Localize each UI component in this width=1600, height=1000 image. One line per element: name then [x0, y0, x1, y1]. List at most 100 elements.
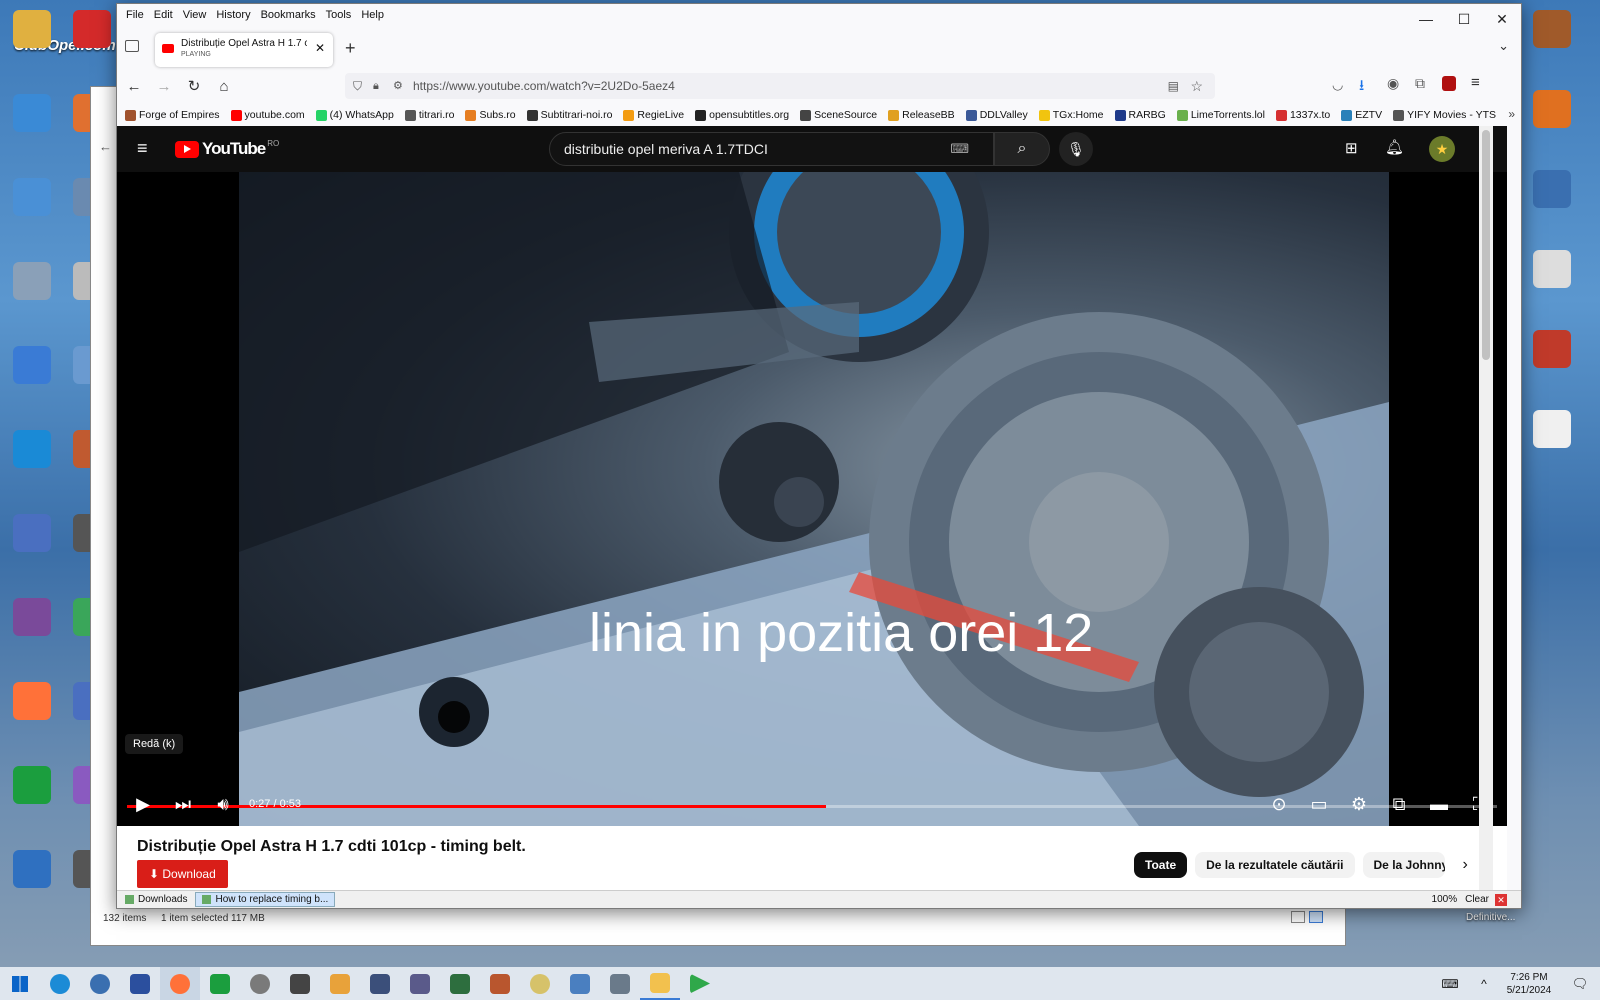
- taskbar-folder-icon[interactable]: [640, 967, 680, 1000]
- tray-overflow-icon[interactable]: ^: [1470, 967, 1498, 1000]
- taskbar-save-icon[interactable]: [120, 967, 160, 1000]
- desktop-icon[interactable]: [0, 514, 64, 555]
- extensions-icon[interactable]: ⧉: [1415, 75, 1425, 92]
- downloads-link[interactable]: Downloads: [121, 894, 191, 905]
- home-button[interactable]: ⌂: [209, 78, 239, 95]
- tab-close-icon[interactable]: ✕: [315, 41, 325, 55]
- keyboard-icon[interactable]: ⌨: [950, 133, 969, 165]
- download-button[interactable]: ⬇ Download: [137, 860, 228, 888]
- taskbar-gear-icon[interactable]: [240, 967, 280, 1000]
- app-menu-icon[interactable]: ≡: [1471, 74, 1480, 91]
- explorer-back-button[interactable]: ←: [99, 139, 112, 154]
- tab-overview-icon[interactable]: [125, 40, 139, 52]
- desktop-icon[interactable]: [0, 346, 64, 387]
- url-bar[interactable]: ⛉ 🔒︎ ⚙ https://www.youtube.com/watch?v=2…: [345, 73, 1215, 99]
- download-item[interactable]: How to replace timing b...: [195, 892, 336, 907]
- reload-button[interactable]: ↻: [179, 77, 209, 95]
- taskbar-edge-icon[interactable]: [40, 967, 80, 1000]
- bookmark-item[interactable]: SceneSource: [800, 109, 877, 121]
- taskbar-character-icon[interactable]: [320, 967, 360, 1000]
- ublock-icon[interactable]: [1442, 76, 1456, 91]
- desktop-icon[interactable]: [0, 262, 64, 303]
- subtitles-icon[interactable]: ▭: [1299, 794, 1339, 815]
- tab-youtube[interactable]: Distribuție Opel Astra H 1.7 cdti PLAYIN…: [155, 33, 333, 67]
- desktop-icon[interactable]: [1520, 170, 1584, 211]
- bookmark-item[interactable]: titrari.ro: [404, 109, 454, 121]
- tiles-view-icon[interactable]: [1309, 911, 1323, 923]
- permissions-icon[interactable]: ⚙: [393, 73, 403, 99]
- desktop-icon[interactable]: [1520, 10, 1584, 51]
- menu-history[interactable]: History: [216, 9, 250, 21]
- taskbar-utorrent-icon[interactable]: [200, 967, 240, 1000]
- desktop-icon[interactable]: [0, 682, 64, 723]
- menu-file[interactable]: File: [126, 9, 144, 21]
- taskbar-castle-icon[interactable]: [480, 967, 520, 1000]
- details-view-icon[interactable]: [1291, 911, 1305, 923]
- bookmark-item[interactable]: youtube.com: [230, 109, 305, 121]
- clock[interactable]: 7:26 PM 5/21/2024: [1498, 971, 1560, 997]
- bookmarks-overflow-icon[interactable]: »: [1508, 107, 1515, 121]
- youtube-search-input[interactable]: distributie opel meriva A 1.7TDCI ⌨: [549, 132, 994, 166]
- voice-search-button[interactable]: 🎙︎: [1059, 132, 1093, 166]
- desktop-icon[interactable]: [1520, 330, 1584, 371]
- settings-gear-icon[interactable]: ⚙: [1339, 794, 1379, 815]
- chip-from-search[interactable]: De la rezultatele căutării: [1195, 852, 1355, 878]
- page-scrollbar[interactable]: [1479, 126, 1493, 891]
- bookmark-item[interactable]: LimeTorrents.lol: [1176, 109, 1265, 121]
- bookmark-item[interactable]: opensubtitles.org: [695, 109, 789, 121]
- chip-all[interactable]: Toate: [1134, 852, 1188, 878]
- menu-help[interactable]: Help: [361, 9, 384, 21]
- search-button[interactable]: ⌕: [994, 132, 1050, 166]
- video-player[interactable]: linia in pozitia orei 12 Redă (k) ▶ ⏭ 🔊︎…: [117, 172, 1507, 826]
- pocket-icon[interactable]: ◡: [1332, 77, 1343, 93]
- list-all-tabs-icon[interactable]: ⌄: [1498, 38, 1509, 54]
- taskbar-globe-icon[interactable]: [80, 967, 120, 1000]
- miniplayer-icon[interactable]: ⧉: [1379, 794, 1419, 815]
- menu-tools[interactable]: Tools: [326, 9, 352, 21]
- avatar[interactable]: ★: [1429, 136, 1455, 162]
- bookmark-item[interactable]: TGx:Home: [1038, 109, 1104, 121]
- volume-icon[interactable]: 🔊︎: [203, 794, 243, 815]
- new-tab-button[interactable]: +: [345, 38, 356, 59]
- autoplay-toggle[interactable]: ⊙: [1259, 794, 1299, 815]
- notifications-bell-icon[interactable]: 🔔︎: [1385, 138, 1404, 156]
- bookmark-item[interactable]: 1337x.to: [1275, 109, 1330, 121]
- desktop-icon[interactable]: [1520, 90, 1584, 131]
- close-downloads-icon[interactable]: ✕: [1495, 893, 1507, 906]
- play-button[interactable]: ▶: [123, 794, 163, 815]
- create-video-icon[interactable]: ⊞: [1345, 139, 1358, 157]
- bookmark-star-icon[interactable]: ☆: [1190, 73, 1203, 99]
- taskbar-video-editor-icon[interactable]: [400, 967, 440, 1000]
- taskbar-disc-icon[interactable]: [520, 967, 560, 1000]
- bookmark-item[interactable]: Forge of Empires: [125, 109, 220, 121]
- desktop-icon[interactable]: [0, 766, 64, 807]
- back-button[interactable]: ←: [119, 78, 149, 95]
- reader-view-icon[interactable]: ▤: [1168, 73, 1179, 99]
- theater-mode-icon[interactable]: ▬: [1419, 794, 1459, 815]
- youtube-logo[interactable]: YouTube RO: [175, 139, 279, 159]
- clear-downloads-button[interactable]: Clear: [1465, 894, 1489, 905]
- chip-from-channel[interactable]: De la Johnny: [1362, 852, 1445, 878]
- guide-menu-icon[interactable]: ≡: [137, 138, 148, 159]
- menu-view[interactable]: View: [183, 9, 207, 21]
- lock-icon[interactable]: 🔒︎: [373, 73, 379, 99]
- desktop-icon[interactable]: [0, 10, 64, 51]
- next-button[interactable]: ⏭: [163, 794, 203, 815]
- bookmark-item[interactable]: ReleaseBB: [888, 109, 955, 121]
- desktop-icon[interactable]: [0, 178, 64, 219]
- forward-button[interactable]: →: [149, 78, 179, 95]
- bookmark-item[interactable]: Subtitrari-noi.ro: [526, 109, 612, 121]
- notification-center-icon[interactable]: 🗨︎: [1560, 967, 1600, 1000]
- taskbar-play-icon[interactable]: [680, 967, 720, 1000]
- desktop-icon[interactable]: [1520, 410, 1584, 451]
- bookmark-item[interactable]: EZTV: [1341, 109, 1382, 121]
- desktop-icon[interactable]: [0, 94, 64, 135]
- chips-next-icon[interactable]: ›: [1453, 852, 1478, 878]
- keyboard-layout-icon[interactable]: ⌨: [1430, 967, 1470, 1000]
- downloads-icon[interactable]: ⭳: [1359, 75, 1364, 100]
- taskbar-tools-icon[interactable]: [560, 967, 600, 1000]
- taskbar-firefox-icon[interactable]: [160, 967, 200, 1000]
- bookmark-item[interactable]: Subs.ro: [465, 109, 516, 121]
- taskbar-terminal-icon[interactable]: [440, 967, 480, 1000]
- desktop-icon[interactable]: [0, 430, 64, 471]
